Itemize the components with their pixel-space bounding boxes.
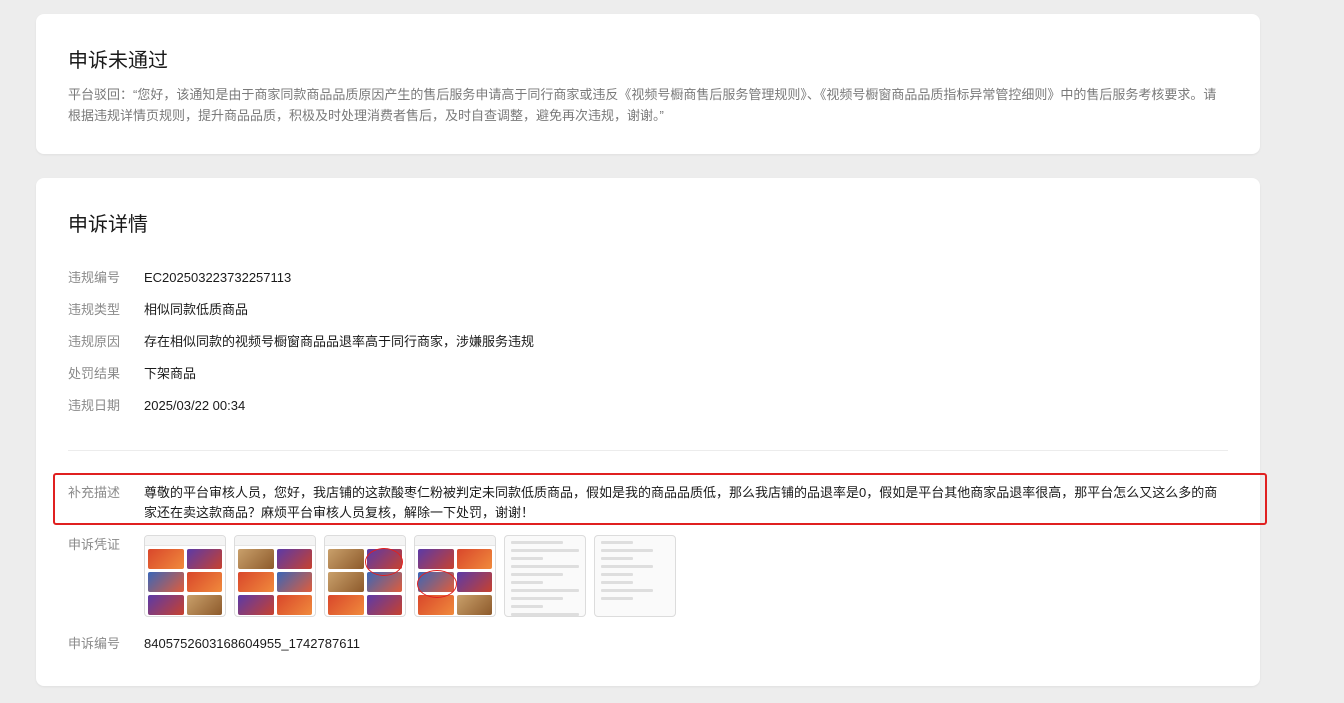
violation-id-row: 违规编号 EC202503223732257113 (68, 268, 291, 288)
violation-date-label: 违规日期 (68, 398, 121, 413)
violation-id-label: 违规编号 (68, 270, 121, 285)
appeal-id-value: 8405752603168604955_1742787611 (144, 636, 360, 651)
violation-id-value: EC202503223732257113 (144, 270, 292, 285)
proof-thumbnail-2[interactable] (234, 535, 316, 617)
proof-thumbnail-6[interactable] (594, 535, 676, 617)
penalty-result-value: 下架商品 (144, 366, 197, 381)
proof-thumbnail-1[interactable] (144, 535, 226, 617)
violation-reason-row: 违规原因 存在相似同款的视频号橱窗商品品退率高于同行商家，涉嫌服务违规 (68, 332, 534, 352)
appeal-id-row: 申诉编号 8405752603168604955_1742787611 (68, 634, 360, 654)
red-circle-mark (365, 548, 403, 576)
proof-thumbnails (144, 535, 676, 617)
violation-reason-label: 违规原因 (68, 334, 121, 349)
section-divider (68, 450, 1228, 451)
appeal-detail-card: 申诉详情 违规编号 EC202503223732257113 违规类型 相似同款… (36, 178, 1267, 686)
rejected-title: 申诉未通过 (68, 50, 168, 72)
penalty-result-label: 处罚结果 (68, 366, 121, 381)
proof-thumbnail-5[interactable] (504, 535, 586, 617)
appeal-rejected-card: 申诉未通过 平台驳回：“您好，该通知是由于商家同款商品品质原因产生的售后服务申请… (36, 14, 1260, 154)
violation-reason-value: 存在相似同款的视频号橱窗商品品退率高于同行商家，涉嫌服务违规 (144, 334, 535, 349)
violation-type-label: 违规类型 (68, 302, 121, 317)
red-circle-mark (417, 570, 457, 598)
proof-label: 申诉凭证 (68, 537, 121, 552)
supplement-value: 尊敬的平台审核人员，您好，我店铺的这款酸枣仁粉被判定未同款低质商品，假如是我的商… (144, 485, 1218, 520)
detail-title: 申诉详情 (68, 214, 148, 236)
proof-thumbnail-3[interactable] (324, 535, 406, 617)
proof-row: 申诉凭证 (68, 535, 676, 617)
penalty-result-row: 处罚结果 下架商品 (68, 364, 196, 384)
violation-type-row: 违规类型 相似同款低质商品 (68, 300, 248, 320)
rejection-reason-text: 平台驳回：“您好，该通知是由于商家同款商品品质原因产生的售后服务申请高于同行商家… (68, 87, 1217, 123)
violation-type-value: 相似同款低质商品 (144, 302, 249, 317)
violation-date-row: 违规日期 2025/03/22 00:34 (68, 396, 245, 416)
appeal-id-label: 申诉编号 (68, 636, 121, 651)
proof-thumbnail-4[interactable] (414, 535, 496, 617)
violation-date-value: 2025/03/22 00:34 (144, 398, 246, 413)
supplement-label: 补充描述 (68, 485, 121, 500)
supplement-row: 补充描述 尊敬的平台审核人员，您好，我店铺的这款酸枣仁粉被判定未同款低质商品，假… (68, 483, 1228, 523)
